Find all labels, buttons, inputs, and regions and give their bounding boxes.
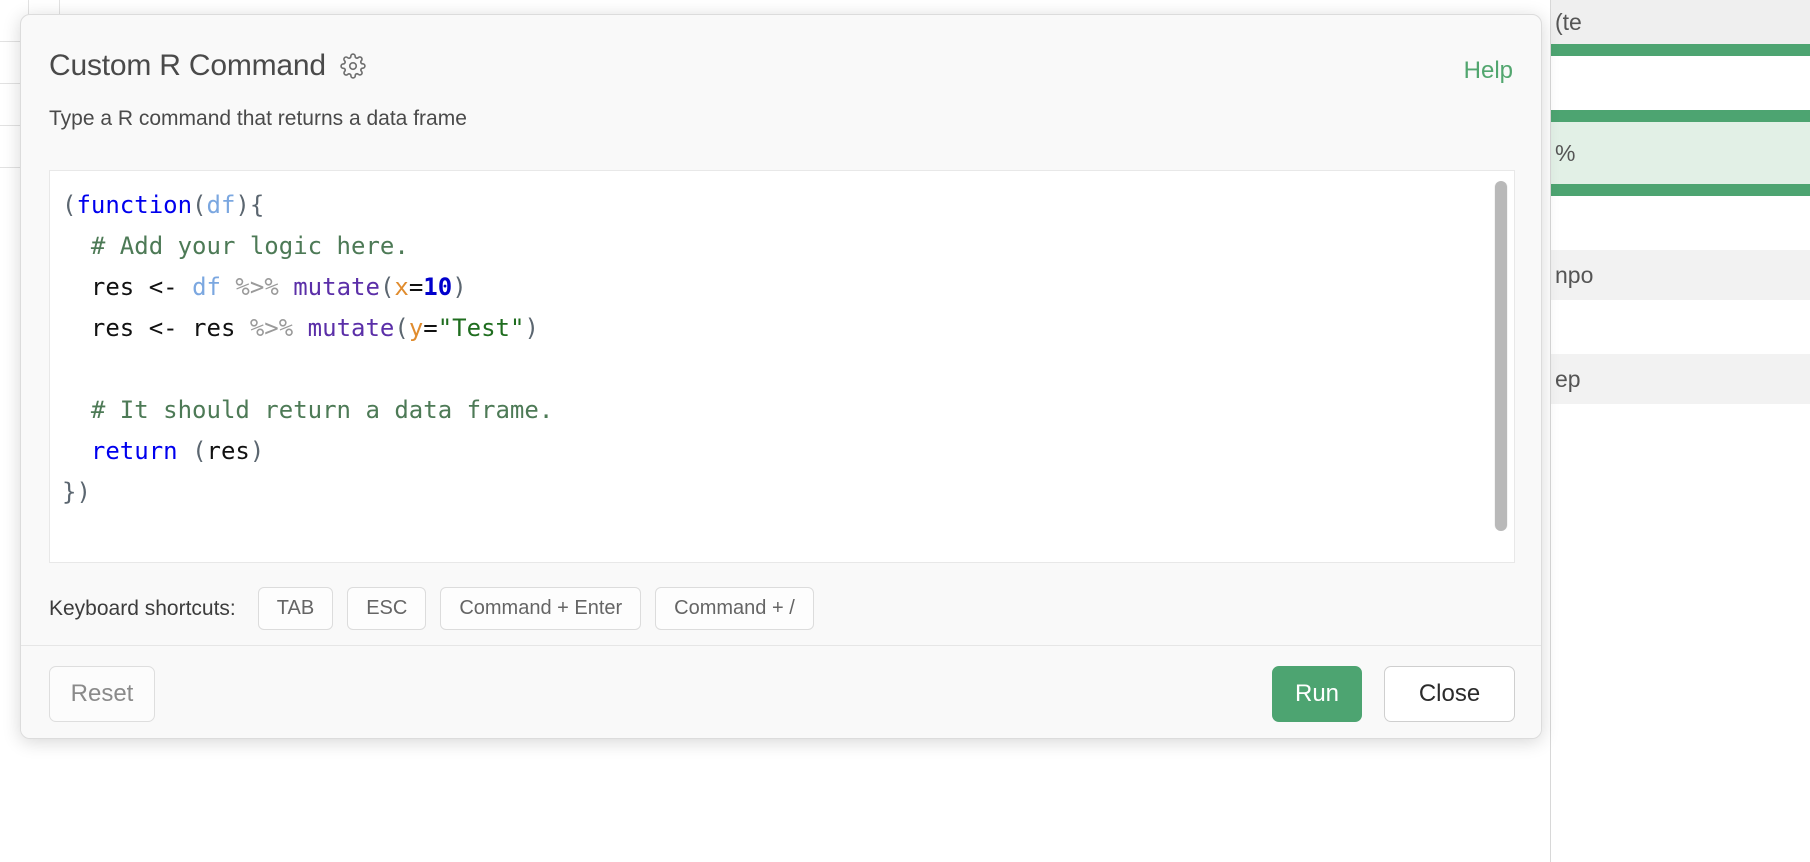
background-table-right: (te % npo ep bbox=[1550, 0, 1810, 862]
help-link[interactable]: Help bbox=[1464, 57, 1513, 85]
table-cell: (te bbox=[1551, 0, 1810, 44]
table-cell-highlighted: % bbox=[1551, 122, 1810, 184]
shortcut-chip-command-enter[interactable]: Command + Enter bbox=[440, 587, 642, 630]
page-title: Custom R Command bbox=[49, 49, 326, 82]
table-separator bbox=[1551, 184, 1810, 196]
dialog-header: Custom R Command Help Type a R command t… bbox=[21, 15, 1541, 131]
reset-button[interactable]: Reset bbox=[49, 666, 155, 722]
editor-scrollbar-thumb[interactable] bbox=[1495, 181, 1507, 531]
table-cell: ep bbox=[1551, 354, 1810, 404]
run-button[interactable]: Run bbox=[1272, 666, 1362, 722]
close-button[interactable]: Close bbox=[1384, 666, 1515, 722]
table-separator bbox=[1551, 110, 1810, 122]
dialog-footer: Reset Run Close bbox=[21, 645, 1541, 738]
table-cell bbox=[1551, 196, 1810, 250]
code-editor[interactable]: (function(df){ # Add your logic here. re… bbox=[49, 170, 1515, 563]
keyboard-shortcuts: Keyboard shortcuts: TAB ESC Command + En… bbox=[49, 587, 814, 630]
gear-icon[interactable] bbox=[340, 53, 366, 79]
dialog-subtitle: Type a R command that returns a data fra… bbox=[49, 107, 467, 130]
shortcut-chip-esc[interactable]: ESC bbox=[347, 587, 427, 630]
dialog-title-row: Custom R Command bbox=[49, 49, 1511, 83]
custom-r-command-dialog: Custom R Command Help Type a R command t… bbox=[20, 14, 1542, 739]
table-cell: npo bbox=[1551, 250, 1810, 300]
code-editor-content[interactable]: (function(df){ # Add your logic here. re… bbox=[50, 171, 1514, 513]
editor-scrollbar[interactable] bbox=[1494, 181, 1508, 531]
table-cell bbox=[1551, 300, 1810, 354]
keyboard-shortcuts-label: Keyboard shortcuts: bbox=[49, 596, 236, 620]
shortcut-chip-command-slash[interactable]: Command + / bbox=[655, 587, 814, 630]
table-separator bbox=[1551, 44, 1810, 56]
shortcut-chip-tab[interactable]: TAB bbox=[257, 587, 334, 630]
table-cell bbox=[1551, 56, 1810, 110]
